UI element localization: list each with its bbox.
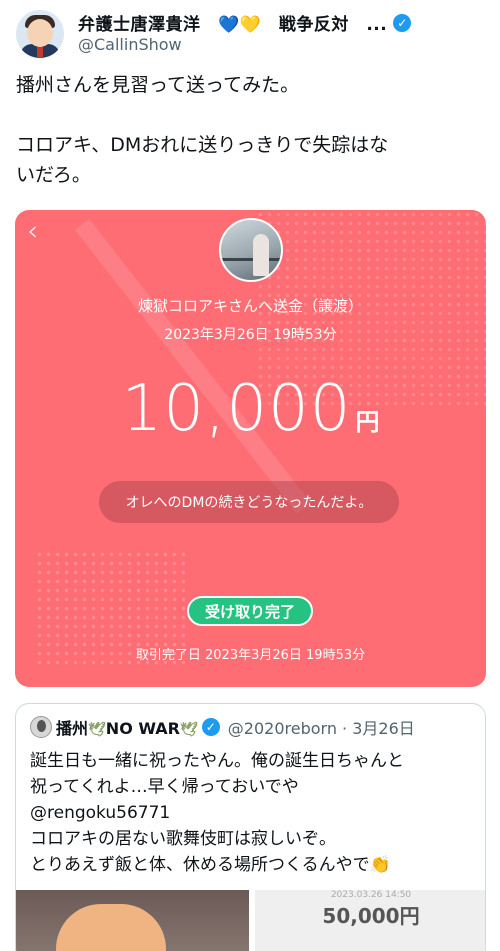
author-display-name[interactable]: 弁護士唐澤貴洋 💙💛 戦争反対 ... <box>78 10 387 35</box>
receipt-date: 2023.03.26 14:50 <box>330 890 412 900</box>
transfer-date: 2023年3月26日 19時53分 <box>164 327 337 343</box>
quoted-header: 播州🕊NO WAR🕊 ✓ @2020reborn · 3月26日 <box>30 714 415 740</box>
quoted-media-receipt[interactable]: 2023.03.26 14:50 50,000円 <box>255 890 485 951</box>
currency-label: 円 <box>355 408 380 436</box>
receipt-amount: 50,000円 <box>322 904 420 928</box>
transfer-message: オレへのDMの続きどうなったんだよ。 <box>99 481 399 523</box>
quoted-tweet[interactable]: 播州🕊NO WAR🕊 ✓ @2020reborn · 3月26日 誕生日も一緒に… <box>15 703 486 951</box>
tweet-text: 播州さんを見習って送ってみた。 コロアキ、DMおれに送りっきりで失踪はな いだろ… <box>16 70 486 190</box>
status-badge: 受け取り完了 <box>187 596 313 626</box>
quoted-line: 祝ってくれよ…早く帰っておいでや <box>30 777 299 797</box>
quoted-line: コロアキの居ない歌舞伎町は寂しいぞ。 <box>30 829 336 849</box>
dove-icon: 🕊 <box>180 722 198 738</box>
quoted-display-name: 播州🕊NO WAR🕊 <box>56 719 198 738</box>
amount-value: 10,000 <box>121 372 352 446</box>
quoted-media-photo[interactable] <box>16 890 249 951</box>
recipient-avatar <box>219 218 283 282</box>
payment-screenshot[interactable]: ‹ 煉獄コロアキさんへ送金（譲渡） 2023年3月26日 19時53分 10,0… <box>15 210 486 687</box>
quoted-text: 誕生日も一緒に祝ったやん。俺の誕生日ちゃんと 祝ってくれよ…早く帰っておいでや … <box>30 748 476 878</box>
verified-badge-icon: ✓ <box>393 13 412 32</box>
author-avatar[interactable] <box>16 10 64 58</box>
transfer-amount: 10,000 円 <box>15 372 486 446</box>
tweet-line: いだろ。 <box>16 164 91 186</box>
completion-date: 取引完了日 2023年3月26日 19時53分 <box>135 648 366 663</box>
tweet-line: 播州さんを見習って送ってみた。 <box>16 74 300 96</box>
verified-badge-icon: ✓ <box>201 718 220 736</box>
quoted-handle: @2020reborn · 3月26日 <box>227 719 415 738</box>
chevron-left-icon: ‹ <box>27 214 39 247</box>
tweet-line: コロアキ、DMおれに送りっきりで失踪はな <box>16 134 389 156</box>
transfer-title: 煉獄コロアキさんへ送金（譲渡） <box>137 297 363 315</box>
author-handle[interactable]: @CallinShow <box>78 35 182 54</box>
dove-icon: 🕊 <box>88 722 106 738</box>
quoted-mention[interactable]: @rengoku56771 <box>30 800 476 826</box>
quoted-avatar <box>30 716 52 738</box>
tweet-header: 弁護士唐澤貴洋 💙💛 戦争反対 ... ✓ @CallinShow <box>16 8 486 60</box>
quoted-line: とりあえず飯と体、休める場所つくるんやで👏 <box>30 855 391 875</box>
quoted-line: 誕生日も一緒に祝ったやん。俺の誕生日ちゃんと <box>30 751 404 771</box>
author-name-row[interactable]: 弁護士唐澤貴洋 💙💛 戦争反対 ... ✓ <box>78 10 412 35</box>
